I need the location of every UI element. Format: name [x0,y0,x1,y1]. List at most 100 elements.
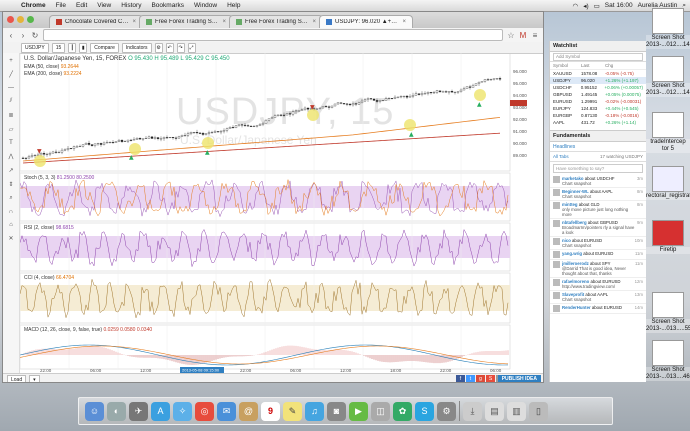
hline-tool-icon[interactable]: — [8,85,14,91]
lock-icon[interactable]: ⌂ [9,222,13,228]
interval-select[interactable]: 15 [51,42,66,53]
tab-close-icon[interactable]: × [312,19,316,25]
chrome-icon[interactable]: ◎ [195,401,214,421]
facebook-icon[interactable]: f [456,375,465,382]
measure-tool-icon[interactable]: ⇕ [8,181,13,188]
stream-item[interactable]: mintteg about GLD only move picture just … [550,201,646,219]
menu-edit[interactable]: Edit [71,2,92,9]
redo-icon[interactable]: ↷ [176,42,185,53]
desktop-file-icon[interactable]: rectoral_registration.pdf [646,166,690,200]
comment-input[interactable]: Have something to say? [553,164,643,173]
documents-stack-icon[interactable]: ▤ [485,401,504,421]
menu-window[interactable]: Window [189,2,222,9]
skype-icon[interactable]: S [415,401,434,421]
wifi-icon[interactable]: ◠ [573,2,579,10]
address-input[interactable] [43,29,503,41]
app-store-icon[interactable]: A [151,401,170,421]
stream-item[interactable]: RenderHunter about EURUSD 14m [550,304,646,314]
headlines-tab[interactable]: Headlines [553,144,575,150]
reload-icon[interactable]: ↻ [31,31,39,40]
menu-history[interactable]: History [116,2,146,9]
fundamentals-title[interactable]: Fundamentals [553,133,590,139]
preview-icon[interactable]: ◫ [371,401,390,421]
add-symbol-input[interactable]: Add Symbol [553,52,643,61]
publish-idea-button[interactable]: PUBLISH IDEA [497,375,541,382]
notes-icon[interactable]: ✎ [283,401,302,421]
channel-tool-icon[interactable]: ⫽ [10,98,13,105]
contacts-icon[interactable]: @ [239,401,258,421]
stream-item[interactable]: Slaveprofit about AAPL Chart snapshot 13m [550,291,646,304]
tab-chocolate[interactable]: Chocolate Covered Cherri × [49,15,143,28]
folder-stack-icon[interactable]: ▥ [507,401,526,421]
trash-icon[interactable]: ✕ [8,235,13,242]
minimize-window-icon[interactable] [17,16,24,23]
candle-style-icon[interactable]: ▮ [79,42,88,53]
facetime-icon[interactable]: ▶ [349,401,368,421]
shape-tool-icon[interactable]: ▱ [9,126,14,133]
stocktwits-icon[interactable]: S [486,375,495,382]
dashboard-icon[interactable]: ◐ [107,401,126,421]
stream-item[interactable]: nico about EURUSD Chart snapshot 10m [550,237,646,250]
stream-item[interactable]: yang.wrig about EURUSD 11m [550,250,646,260]
tab-close-icon[interactable]: × [222,19,226,25]
watchlist-row[interactable]: EURUSD 1.29991 -0.02% (-0.00031) [550,98,646,105]
desktop-file-icon[interactable]: Firetip [646,220,690,254]
arrow-tool-icon[interactable]: ↗ [8,167,13,174]
stream-item[interactable]: Beginner-WL about AAPL Chart snapshot 8m [550,188,646,201]
watchlist-row[interactable]: USDJPY 96.020 +1.26% (+1.197) [550,77,646,84]
gplus-icon[interactable]: g [476,375,485,382]
watchlist-row[interactable]: USDCHF 0.95152 +0.06% (+0.00057) [550,84,646,91]
tab-usdjpy[interactable]: USDJPY: 96.020 ▲+1.26%× [319,15,413,28]
mail-icon[interactable]: ✉ [217,401,236,421]
chart-area[interactable]: USDJPY, 15 U.S. Dollar/Japanese Yen 96.0… [20,53,540,373]
menu-file[interactable]: File [51,2,71,9]
itunes-icon[interactable]: ♫ [305,401,324,421]
magnet-icon[interactable]: ∩ [9,209,13,215]
clock[interactable]: Sat 16:00 [605,2,633,9]
save-icon[interactable]: ▾ [29,374,40,382]
stream-item[interactable]: marketako about USDCHF Chart snapshot 3m [550,175,646,188]
forward-icon[interactable]: › [19,31,27,40]
desktop-file-icon[interactable]: Screen Shot 2013-...013....46.15 [646,340,690,381]
extension-icon[interactable]: M [519,31,527,40]
calendar-icon[interactable]: 9 [261,401,280,421]
menu-view[interactable]: View [92,2,116,9]
line-tool-icon[interactable]: ╱ [9,71,13,78]
stream-user[interactable]: yang.wrig [562,251,582,256]
watchlist-row[interactable]: AAPL 431.72 +0.26% (+1.14) [550,119,646,126]
desktop-file-icon[interactable]: Screen Shot 2013-...012....14.31 [646,8,690,49]
bookmark-star-icon[interactable]: ☆ [507,31,515,40]
all-tabs-tab[interactable]: All Tabs [553,154,569,159]
battery-icon[interactable]: ▭ [594,2,600,10]
tab-forex-1[interactable]: Free Forex Trading Syste × [139,15,233,28]
downloads-stack-icon[interactable]: ⤓ [463,401,482,421]
tab-forex-2[interactable]: Free Forex Trading Syste × [229,15,323,28]
symbol-input[interactable]: USDJPY [21,42,49,53]
volume-icon[interactable]: ◂) [583,2,588,10]
indicators-button[interactable]: Indicators [121,42,152,53]
stream-user[interactable]: RenderHunter [562,305,591,310]
twitter-icon[interactable]: t [466,375,475,382]
fib-tool-icon[interactable]: ≣ [8,112,13,119]
desktop-file-icon[interactable]: tradeIntercep tor 5 [646,112,690,153]
watchlist-row[interactable]: GBPUSD 1.49145 +0.05% (0.00075) [550,91,646,98]
text-tool-icon[interactable]: T [9,140,13,146]
desktop-file-icon[interactable]: Screen Shot 2013-...012....14.30 [646,56,690,97]
undo-icon[interactable]: ↶ [165,42,174,53]
tab-close-icon[interactable]: × [132,19,136,25]
launchpad-icon[interactable]: ✈ [129,401,148,421]
stream-item[interactable]: jmilleroerodz about SPY @Darrid That is g… [550,260,646,278]
watchlist-row[interactable]: EURJPY 124.833 +0.44% (+0.545) [550,105,646,112]
close-window-icon[interactable] [7,16,14,23]
zoom-window-icon[interactable] [27,16,34,23]
desktop-file-icon[interactable]: Screen Shot 2013-...013.....55.57 [646,292,690,333]
zoom-tool-icon[interactable]: ⌕ [9,195,12,202]
menu-bookmarks[interactable]: Bookmarks [146,2,189,9]
pattern-tool-icon[interactable]: ⋀ [9,153,14,160]
tab-close-icon[interactable]: × [402,19,406,25]
trash-icon[interactable]: ▯ [529,401,548,421]
photos-icon[interactable]: ✿ [393,401,412,421]
bar-style-icon[interactable]: ┃ [68,42,77,53]
menu-help[interactable]: Help [222,2,245,9]
safari-icon[interactable]: ✧ [173,401,192,421]
